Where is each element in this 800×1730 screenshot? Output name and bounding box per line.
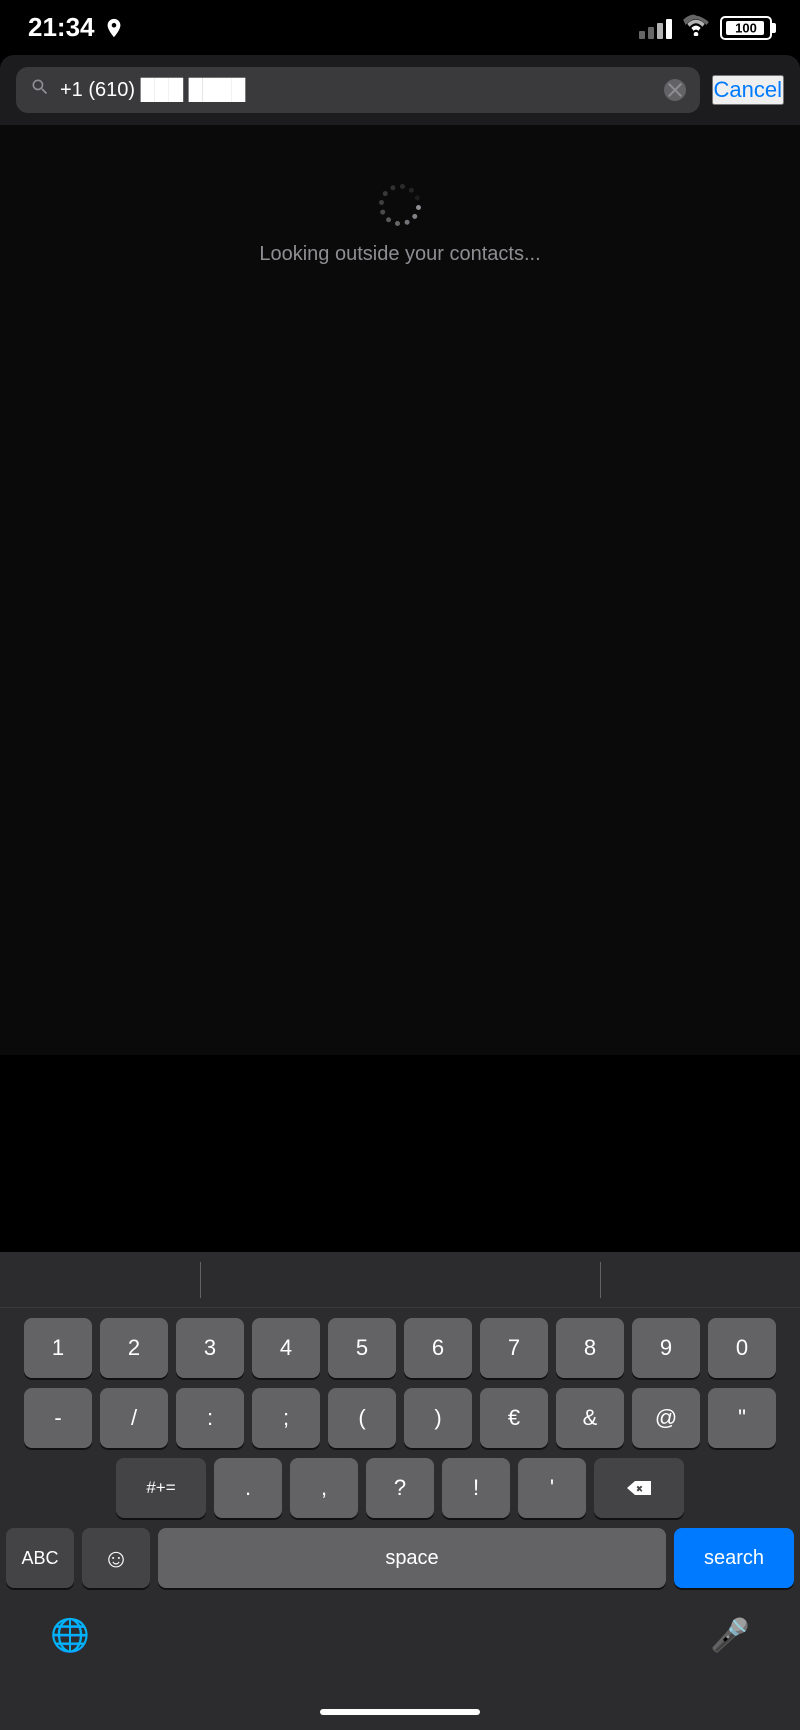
key-semicolon[interactable]: ; [252,1388,320,1448]
search-bar-container: +1 (610) ███ ████ Cancel [0,55,800,125]
battery-icon: 100 [720,16,772,40]
bottom-row: ABC ☺ space search [6,1528,794,1588]
key-close-paren[interactable]: ) [404,1388,472,1448]
key-emoji[interactable]: ☺ [82,1528,150,1588]
key-ampersand[interactable]: & [556,1388,624,1448]
misc-row: #+= . , ? ! ' [6,1458,794,1518]
autocomplete-bar [0,1252,800,1308]
loading-text: Looking outside your contacts... [259,243,540,266]
signal-bars [639,17,672,39]
key-8[interactable]: 8 [556,1318,624,1378]
key-period[interactable]: . [214,1458,282,1518]
key-6[interactable]: 6 [404,1318,472,1378]
key-exclamation[interactable]: ! [442,1458,510,1518]
search-icon [30,77,50,103]
status-bar: 21:34 100 [0,0,800,55]
search-input-text[interactable]: +1 (610) ███ ████ [60,79,654,102]
key-dash[interactable]: - [24,1388,92,1448]
search-clear-button[interactable] [664,79,686,101]
search-key[interactable]: search [674,1528,794,1588]
wifi-icon [682,14,710,42]
microphone-icon[interactable]: 🎤 [710,1616,750,1654]
keyboard-bottom-bar: 🌐 🎤 [0,1604,800,1694]
key-quote[interactable]: " [708,1388,776,1448]
key-2[interactable]: 2 [100,1318,168,1378]
key-4[interactable]: 4 [252,1318,320,1378]
key-slash[interactable]: / [100,1388,168,1448]
key-colon[interactable]: : [176,1388,244,1448]
home-bar [320,1709,480,1715]
backspace-key[interactable] [594,1458,684,1518]
key-euro[interactable]: € [480,1388,548,1448]
keys-wrap: 1 2 3 4 5 6 7 8 9 0 - / : ; ( ) € & @ " … [0,1308,800,1604]
search-input-wrap[interactable]: +1 (610) ███ ████ [16,67,700,113]
key-question[interactable]: ? [366,1458,434,1518]
key-open-paren[interactable]: ( [328,1388,396,1448]
key-apostrophe[interactable]: ' [518,1458,586,1518]
globe-icon[interactable]: 🌐 [50,1616,90,1654]
status-time: 21:34 [28,12,125,43]
key-space[interactable]: space [158,1528,666,1588]
key-comma[interactable]: , [290,1458,358,1518]
number-row: 1 2 3 4 5 6 7 8 9 0 [6,1318,794,1378]
key-hashtag[interactable]: #+= [116,1458,206,1518]
symbol-row: - / : ; ( ) € & @ " [6,1388,794,1448]
home-indicator [0,1694,800,1730]
key-at[interactable]: @ [632,1388,700,1448]
keyboard[interactable]: 1 2 3 4 5 6 7 8 9 0 - / : ; ( ) € & @ " … [0,1252,800,1730]
location-icon [103,17,125,39]
key-5[interactable]: 5 [328,1318,396,1378]
key-3[interactable]: 3 [176,1318,244,1378]
loading-spinner [380,185,420,225]
divider-left [200,1262,201,1298]
key-9[interactable]: 9 [632,1318,700,1378]
status-icons: 100 [639,14,772,42]
key-1[interactable]: 1 [24,1318,92,1378]
key-abc[interactable]: ABC [6,1528,74,1588]
key-7[interactable]: 7 [480,1318,548,1378]
cancel-button[interactable]: Cancel [712,75,784,105]
divider-right [600,1262,601,1298]
key-0[interactable]: 0 [708,1318,776,1378]
main-content: Looking outside your contacts... [0,125,800,1055]
